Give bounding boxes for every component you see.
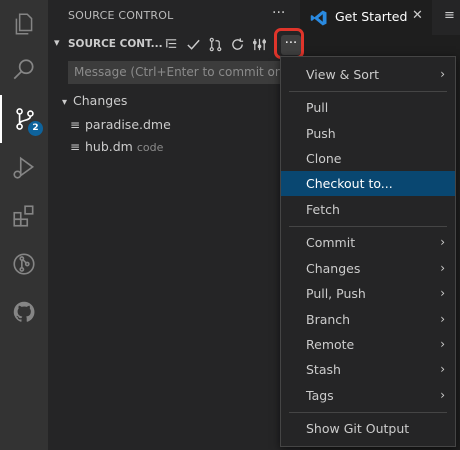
sidebar-title: SOURCE CONTROL: [68, 9, 174, 22]
search-icon: [13, 59, 34, 80]
menu-item-commit[interactable]: Commit ›: [281, 230, 455, 255]
commit-message-input[interactable]: Message (Ctrl+Enter to commit on '...: [68, 61, 296, 84]
menu-item-push[interactable]: Push: [281, 121, 455, 146]
file-lines-icon: ≡: [70, 140, 81, 154]
menu-item-label: Pull: [306, 100, 329, 115]
menu-item-label: Changes: [306, 261, 361, 276]
tab-label: Get Started: [335, 9, 408, 24]
menu-item-label: Checkout to...: [306, 176, 393, 191]
check-icon: [186, 39, 200, 50]
highlight-ring: [274, 28, 304, 59]
source-control-section-header[interactable]: ▾ SOURCE CONT...: [48, 34, 300, 56]
changes-count-badge: 2: [28, 121, 43, 136]
menu-item-label: Push: [306, 126, 336, 141]
commit-button[interactable]: [184, 34, 202, 54]
editor-tabs: Get Started ✕ ≡: [300, 0, 460, 35]
search-button[interactable]: [0, 46, 48, 94]
git-graph-view-button[interactable]: [250, 34, 268, 54]
menu-item-label: Clone: [306, 151, 342, 166]
refresh-button[interactable]: [228, 34, 246, 54]
sidebar-more-button[interactable]: ···: [272, 5, 285, 21]
chevron-right-icon: ›: [440, 286, 445, 300]
menu-item-branch[interactable]: Branch ›: [281, 307, 455, 332]
menu-item-label: Stash: [306, 362, 341, 377]
menu-item-tags[interactable]: Tags ›: [281, 383, 455, 408]
section-title: SOURCE CONT...: [68, 38, 163, 50]
source-control-sidebar: SOURCE CONTROL ··· ▾ SOURCE CONT... Mess…: [48, 0, 328, 450]
chevron-right-icon: ›: [440, 337, 445, 351]
tab-get-started[interactable]: Get Started ✕: [300, 0, 432, 35]
chevron-down-icon: ▾: [62, 97, 68, 108]
changes-label: Changes: [73, 93, 128, 108]
create-pull-request-button[interactable]: [206, 34, 224, 54]
chevron-right-icon: ›: [440, 362, 445, 376]
menu-item-label: Remote: [306, 337, 355, 352]
chevron-right-icon: ›: [440, 235, 445, 249]
chevron-right-icon: ›: [440, 388, 445, 402]
menu-item-clone[interactable]: Clone: [281, 146, 455, 171]
menu-item-stash[interactable]: Stash ›: [281, 357, 455, 382]
chevron-right-icon: ›: [440, 67, 445, 81]
menu-item-fetch[interactable]: Fetch: [281, 197, 455, 222]
list-tree-icon: [165, 38, 176, 48]
chevron-down-icon: ▾: [54, 36, 60, 49]
list-item[interactable]: ≡ hub.dm code: [70, 139, 163, 154]
editor-overflow-icon[interactable]: ≡: [444, 8, 455, 23]
menu-item-changes[interactable]: Changes ›: [281, 256, 455, 281]
git-graph-button[interactable]: [0, 240, 48, 288]
menu-item-label: Show Git Output: [306, 421, 410, 436]
menu-item-label: View & Sort: [306, 67, 379, 82]
menu-separator: [289, 91, 447, 92]
refresh-icon: [231, 37, 243, 50]
source-control-button[interactable]: 2: [0, 95, 48, 143]
vscode-icon: [310, 10, 327, 26]
menu-item-label: Fetch: [306, 202, 340, 217]
menu-item-show-git-output[interactable]: Show Git Output: [281, 416, 455, 441]
extensions-icon: [13, 205, 34, 227]
menu-separator: [289, 226, 447, 227]
git-graph-icon: [13, 253, 35, 275]
github-button[interactable]: [0, 288, 48, 336]
file-directory: code: [136, 141, 164, 154]
activity-bar: 2: [0, 0, 48, 450]
menu-item-label: Pull, Push: [306, 286, 366, 301]
chevron-right-icon: ›: [440, 312, 445, 326]
menu-item-remote[interactable]: Remote ›: [281, 332, 455, 357]
menu-item-label: Branch: [306, 312, 351, 327]
menu-item-label: Commit: [306, 235, 356, 250]
close-icon[interactable]: ✕: [412, 8, 423, 23]
list-item[interactable]: ≡ paradise.dme: [70, 117, 171, 132]
menu-item-view-sort[interactable]: View & Sort ›: [281, 62, 455, 87]
more-actions-menu: View & Sort › Pull Push Clone Checkout to…: [280, 56, 456, 447]
github-icon: [13, 301, 35, 322]
file-name: hub.dm: [85, 139, 133, 154]
menu-item-pull[interactable]: Pull: [281, 95, 455, 120]
file-lines-icon: ≡: [70, 118, 81, 132]
files-icon: [15, 13, 33, 35]
graph-icon: [252, 38, 266, 50]
explorer-button[interactable]: [0, 0, 48, 48]
changes-group[interactable]: ▾ Changes: [62, 93, 127, 108]
chevron-right-icon: ›: [440, 261, 445, 275]
pull-request-icon: [209, 37, 221, 51]
view-as-tree-button[interactable]: [162, 34, 180, 54]
run-debug-button[interactable]: [0, 144, 48, 192]
extensions-button[interactable]: [0, 192, 48, 240]
menu-item-checkout[interactable]: Checkout to...: [281, 171, 455, 196]
menu-item-label: Tags: [306, 388, 334, 403]
menu-item-pull-push[interactable]: Pull, Push ›: [281, 281, 455, 306]
file-name: paradise.dme: [85, 117, 171, 132]
run-debug-icon: [13, 156, 35, 179]
menu-separator: [289, 412, 447, 413]
